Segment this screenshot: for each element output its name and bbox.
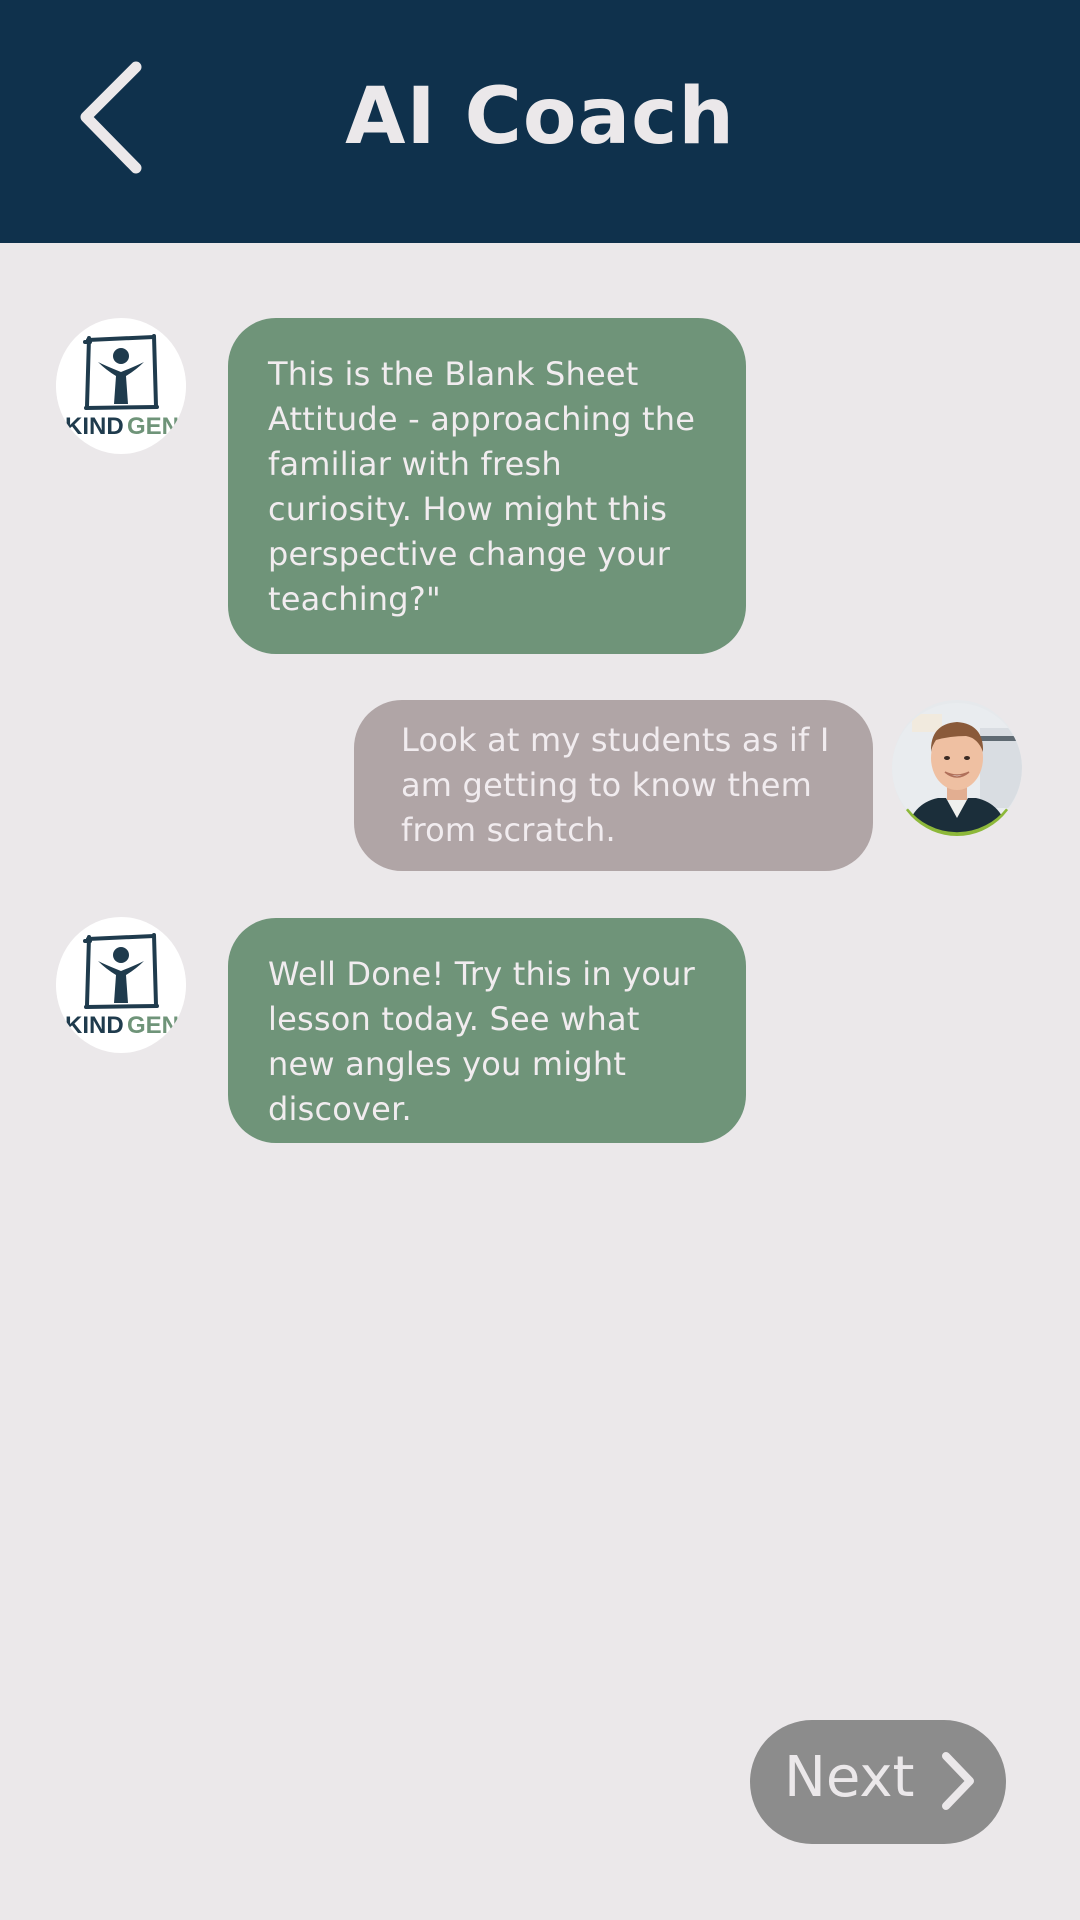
user-photo xyxy=(892,703,1022,836)
kind-gen-logo: KIND GEN xyxy=(56,321,186,451)
kind-gen-logo: KIND GEN xyxy=(56,920,186,1050)
bot-avatar: KIND GEN xyxy=(56,318,186,454)
logo-text-gen: GEN xyxy=(127,1012,179,1039)
bot-message: This is the Blank Sheet Attitude - appro… xyxy=(228,318,746,654)
logo-text-gen: GEN xyxy=(127,413,179,440)
chevron-right-icon xyxy=(936,1748,980,1814)
chat-screen: AI Coach KIND GEN This is the Blank Shee… xyxy=(0,0,1080,1920)
user-message: Look at my students as if I am getting t… xyxy=(354,700,873,871)
user-avatar xyxy=(892,700,1022,836)
next-button[interactable]: Next xyxy=(750,1720,1006,1844)
next-button-label: Next xyxy=(784,1745,915,1810)
bot-message: Well Done! Try this in your lesson today… xyxy=(228,918,746,1143)
top-bar: AI Coach xyxy=(0,0,1080,243)
logo-text-kind: KIND xyxy=(65,413,124,440)
page-title: AI Coach xyxy=(345,72,735,162)
bot-avatar: KIND GEN xyxy=(56,917,186,1053)
logo-text-kind: KIND xyxy=(65,1012,124,1039)
